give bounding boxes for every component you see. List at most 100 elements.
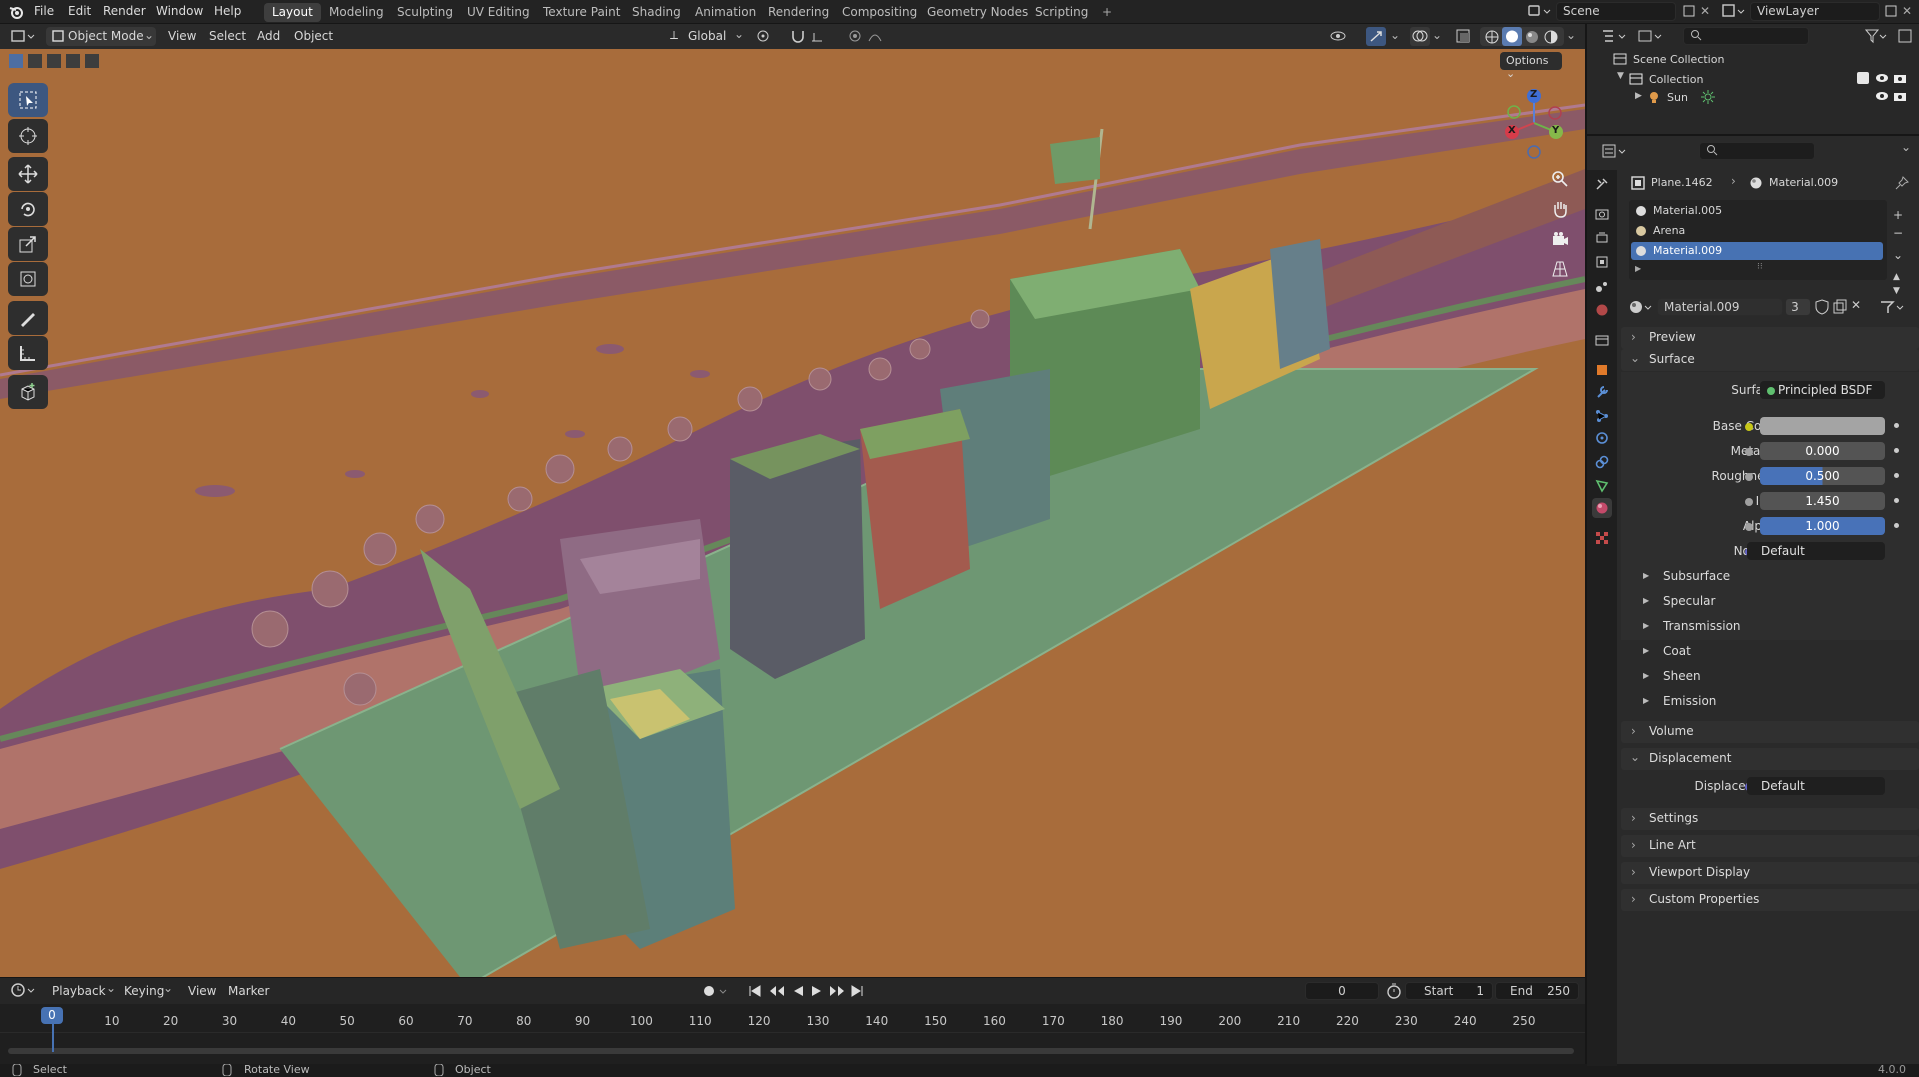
camera-view-icon[interactable] — [1548, 227, 1572, 251]
move-slot-down-icon[interactable]: ▼ — [1893, 286, 1900, 296]
section-custom-properties[interactable]: › Custom Properties — [1621, 889, 1919, 911]
eye-icon[interactable] — [1875, 72, 1889, 84]
subpanel-sheen[interactable]: ▶ Sheen — [1621, 666, 1919, 688]
chevron-down-icon[interactable]: ⌄ — [1901, 140, 1911, 154]
transform-tool-icon[interactable] — [8, 262, 48, 296]
workspace-tab-shading[interactable]: Shading — [624, 3, 689, 22]
view-layer-tab-icon[interactable] — [1592, 252, 1612, 272]
workspace-tab-rendering[interactable]: Rendering — [760, 3, 837, 22]
alpha-slider[interactable]: 1.000 — [1760, 517, 1885, 535]
scene-field[interactable]: Scene — [1556, 2, 1676, 21]
pivot-point-icon[interactable] — [756, 29, 780, 43]
subpanel-coat[interactable]: ▶ Coat — [1621, 641, 1919, 663]
render-camera-icon[interactable] — [1893, 72, 1907, 84]
expand-collection-icon[interactable]: ▼ — [1617, 71, 1624, 81]
subpanel-transmission[interactable]: ▶ Transmission — [1621, 616, 1919, 638]
solid-shading-icon[interactable] — [1502, 27, 1522, 46]
falloff-icon[interactable] — [868, 29, 892, 43]
menu-edit[interactable]: Edit — [68, 4, 91, 18]
duplicate-material-icon[interactable] — [1833, 299, 1847, 315]
section-surface[interactable]: ⌄ Surface — [1621, 349, 1919, 371]
mode-dropdown[interactable]: Object Mode ⌄ — [46, 27, 156, 46]
material-browse-icon[interactable] — [1629, 299, 1655, 315]
menu-view[interactable]: View — [168, 29, 196, 43]
view-layer-icon[interactable] — [1722, 3, 1746, 19]
material-tab-icon[interactable] — [1592, 498, 1612, 518]
chevron-down-icon[interactable]: ⌄ — [1390, 28, 1400, 42]
fake-user-shield-icon[interactable] — [1815, 299, 1829, 315]
roughness-slider[interactable]: 0.500 — [1760, 467, 1885, 485]
rotate-tool-icon[interactable] — [8, 192, 48, 226]
filter-icon[interactable] — [1865, 28, 1889, 44]
material-preview-icon[interactable] — [1524, 29, 1540, 45]
transform-orientation-dropdown[interactable]: ⟂ Global ⌄ — [670, 27, 746, 46]
object-tab-icon[interactable] — [1592, 360, 1612, 380]
add-workspace-button[interactable]: + — [1094, 3, 1120, 22]
workspace-tab-animation[interactable]: Animation — [687, 3, 764, 22]
playhead[interactable]: 0 — [41, 1007, 63, 1024]
rendered-shading-icon[interactable] — [1543, 29, 1559, 45]
outliner-scene-collection[interactable]: Scene Collection — [1633, 53, 1724, 66]
cursor-tool-icon[interactable] — [8, 119, 48, 153]
subpanel-subsurface[interactable]: ▶ Subsurface — [1621, 566, 1919, 588]
render-camera-icon[interactable] — [1893, 90, 1907, 102]
displacement-field[interactable]: Default — [1747, 777, 1885, 795]
3d-viewport[interactable]: Options ⌄ Z Y X — [0, 49, 1585, 977]
menu-render[interactable]: Render — [103, 4, 146, 18]
section-displacement[interactable]: ⌄ Displacement — [1621, 748, 1919, 770]
section-preview[interactable]: › Preview — [1621, 327, 1919, 349]
add-cube-tool-icon[interactable] — [8, 375, 48, 409]
section-volume[interactable]: › Volume — [1621, 721, 1919, 743]
annotate-tool-icon[interactable] — [8, 301, 48, 335]
measure-tool-icon[interactable] — [8, 336, 48, 370]
constraints-tab-icon[interactable] — [1592, 452, 1612, 472]
proportional-editing-icon[interactable] — [848, 29, 862, 43]
section-settings[interactable]: › Settings — [1621, 808, 1919, 830]
workspace-tab-modeling[interactable]: Modeling — [321, 3, 392, 22]
workspace-tab-uv-editing[interactable]: UV Editing — [459, 3, 538, 22]
outliner-search-input[interactable] — [1683, 27, 1809, 45]
snap-target-icon[interactable] — [810, 29, 834, 43]
render-tab-icon[interactable] — [1592, 204, 1612, 224]
visibility-icon[interactable] — [1330, 28, 1356, 44]
physics-tab-icon[interactable] — [1592, 428, 1612, 448]
workspace-tab-scripting[interactable]: Scripting — [1027, 3, 1096, 22]
menu-add[interactable]: Add — [257, 29, 280, 43]
overlays-icon[interactable] — [1410, 27, 1430, 46]
expand-filter-icon[interactable]: ▶ — [1635, 264, 1641, 273]
ior-field[interactable]: 1.450 — [1760, 492, 1885, 510]
menu-window[interactable]: Window — [156, 4, 203, 18]
blender-logo-icon[interactable] — [8, 4, 24, 20]
orthographic-grid-icon[interactable] — [1548, 257, 1572, 281]
exclude-checkbox-icon[interactable] — [1857, 72, 1869, 84]
keyframe-dot-icon[interactable] — [1894, 423, 1899, 428]
view-layer-field[interactable]: ViewLayer — [1750, 2, 1880, 21]
snap-icon[interactable] — [790, 29, 806, 43]
keyframe-dot-icon[interactable] — [1894, 473, 1899, 478]
normal-field[interactable]: Default — [1747, 542, 1885, 560]
timeline-ruler[interactable]: 10 20 30 40 50 60 70 80 90 100 110 120 130 140 150 160 1… — [0, 978, 1585, 1065]
remove-view-layer-icon[interactable]: ✕ — [1902, 4, 1912, 18]
move-tool-icon[interactable] — [8, 157, 48, 191]
collection-tab-icon[interactable] — [1592, 330, 1612, 350]
world-tab-icon[interactable] — [1592, 300, 1612, 320]
workspace-tab-compositing[interactable]: Compositing — [834, 3, 925, 22]
menu-select[interactable]: Select — [209, 29, 246, 43]
keyframe-dot-icon[interactable] — [1894, 523, 1899, 528]
node-link-icon[interactable] — [1879, 299, 1909, 315]
workspace-tab-texture-paint[interactable]: Texture Paint — [535, 3, 628, 22]
menu-help[interactable]: Help — [214, 4, 241, 18]
unlink-material-icon[interactable]: ✕ — [1851, 298, 1861, 312]
display-mode-icon[interactable] — [1637, 28, 1665, 44]
chevron-down-icon[interactable]: ⌄ — [1566, 28, 1576, 42]
add-slot-icon[interactable]: + — [1893, 208, 1903, 222]
new-view-layer-icon[interactable] — [1884, 4, 1898, 18]
subpanel-emission[interactable]: ▶ Emission — [1621, 691, 1919, 713]
texture-tab-icon[interactable] — [1592, 528, 1612, 548]
navigation-gizmo[interactable]: Z Y X — [1498, 87, 1570, 159]
resize-handle-icon[interactable]: ⁝⁝ — [1757, 262, 1763, 272]
move-slot-up-icon[interactable]: ▲ — [1893, 272, 1900, 282]
pin-icon[interactable] — [1895, 176, 1909, 190]
editor-type-icon[interactable] — [10, 28, 38, 44]
new-scene-icon[interactable] — [1682, 4, 1696, 18]
